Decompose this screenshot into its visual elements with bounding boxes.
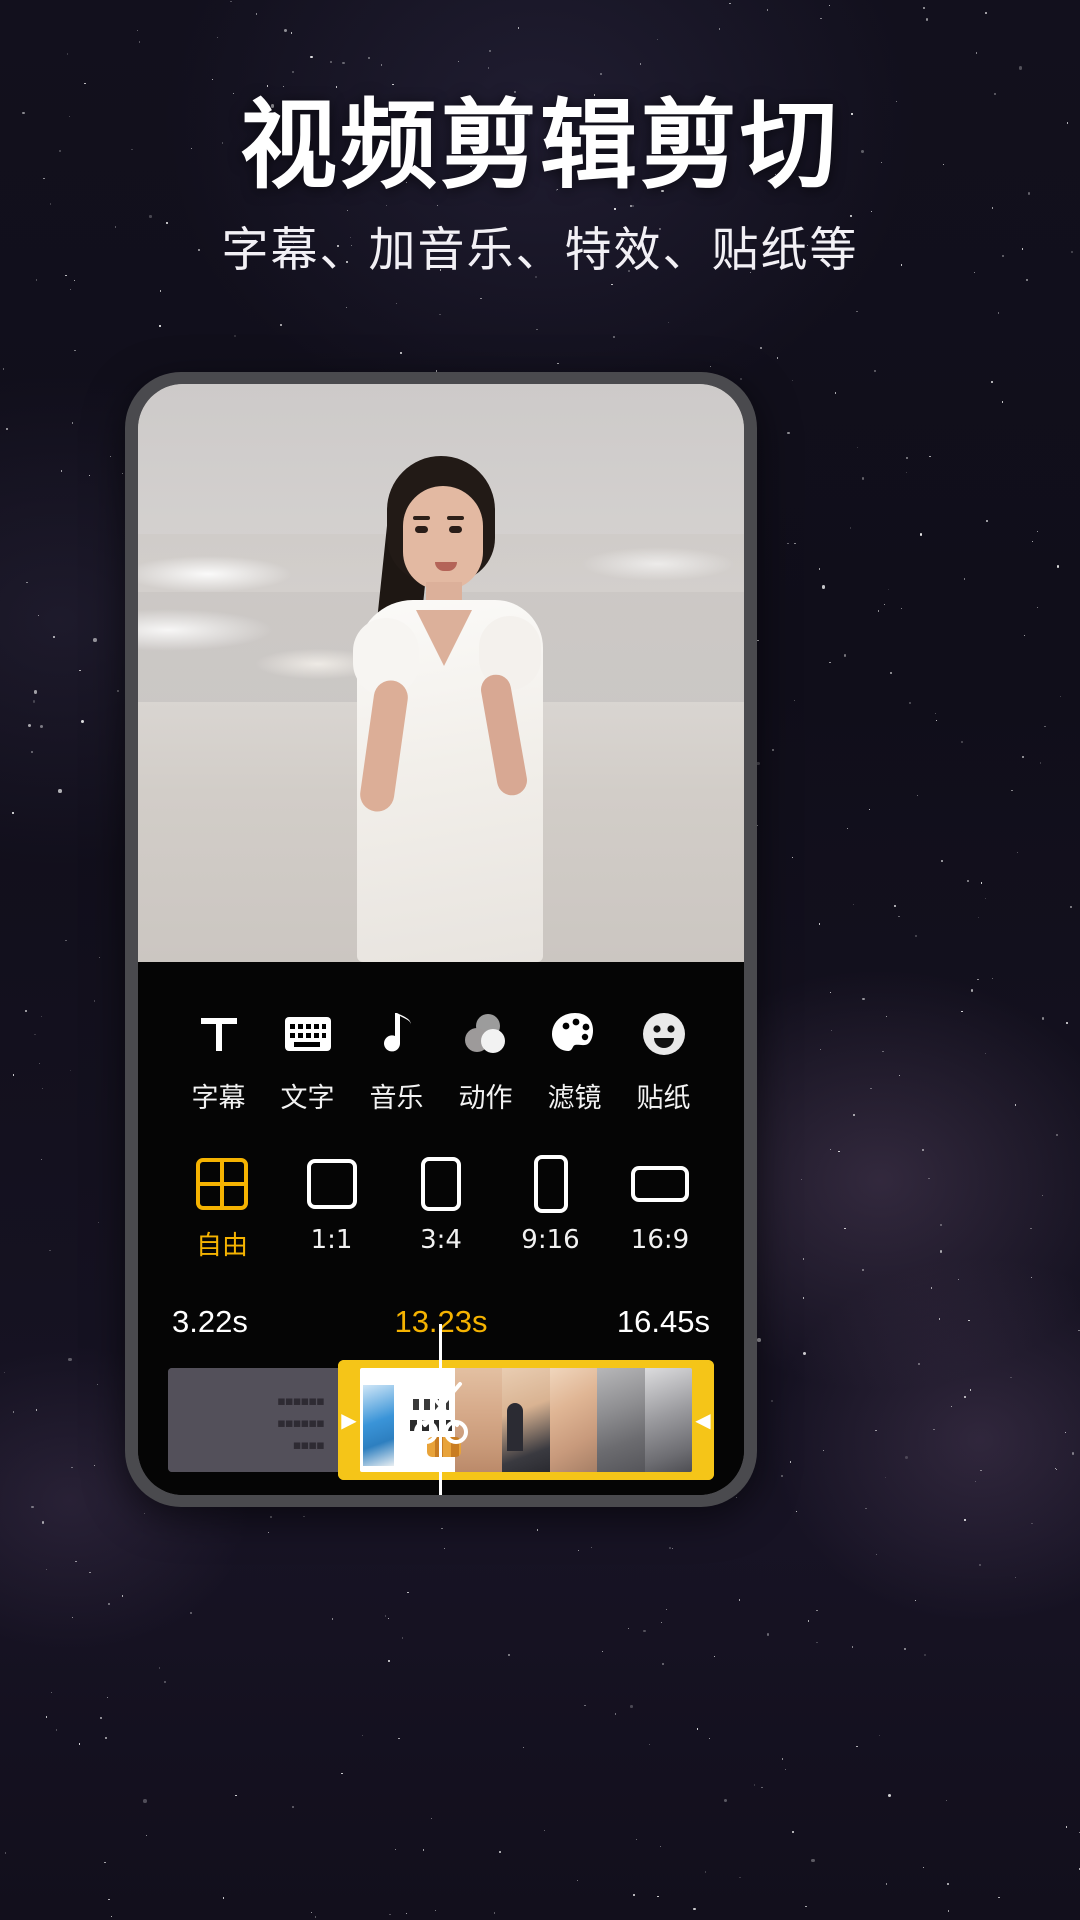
tool-motion[interactable]: 动作 [441,1006,530,1115]
keyboard-icon [263,1006,352,1062]
video-preview[interactable] [138,384,744,962]
phone-screen: 字幕 文字 音乐 动作 滤镜 贴纸 自由 1:1 3:4 9:16 16:9 3… [138,384,744,1495]
ratio-1-1[interactable]: 1:1 [288,1155,376,1262]
palette-icon [530,1006,619,1062]
editor-panel: 字幕 文字 音乐 动作 滤镜 贴纸 自由 1:1 3:4 9:16 16:9 3… [138,962,744,1495]
ratio-16-9[interactable]: 16:9 [616,1155,704,1262]
ratio-9-16[interactable]: 9:16 [507,1155,595,1262]
subtitle-t-icon [174,1006,263,1062]
overlapping-circles-icon [441,1006,530,1062]
page-title: 视频剪辑剪切 [240,89,840,202]
hero-section: 视频剪辑剪切 字幕、加音乐、特效、贴纸等 [0,89,1080,279]
smiley-face-icon [619,1006,708,1062]
landscape-icon [616,1155,704,1213]
music-note-icon [352,1006,441,1062]
tool-label: 贴纸 [636,1083,691,1114]
aspect-ratio-row: 自由 1:1 3:4 9:16 16:9 [138,1115,744,1262]
portrait-tall-icon [507,1155,595,1213]
ratio-label: 9:16 [521,1225,580,1255]
portrait-small-icon [397,1155,485,1213]
tool-label: 字幕 [191,1083,246,1114]
ratio-free[interactable]: 自由 [178,1155,266,1262]
tool-label: 音乐 [369,1083,424,1114]
tool-row: 字幕 文字 音乐 动作 滤镜 贴纸 [138,962,744,1115]
ratio-label: 16:9 [630,1225,690,1255]
tool-filter[interactable]: 滤镜 [530,1006,619,1115]
tool-subtitle[interactable]: 字幕 [174,1006,263,1115]
free-grid-icon [178,1155,266,1213]
tool-label: 动作 [458,1083,513,1114]
tool-text[interactable]: 文字 [263,1006,352,1115]
ratio-label: 3:4 [420,1225,462,1255]
ratio-3-4[interactable]: 3:4 [397,1155,485,1262]
tool-label: 文字 [280,1083,335,1114]
ratio-label: 自由 [195,1231,248,1261]
tool-music[interactable]: 音乐 [352,1006,441,1115]
preview-subject [291,442,591,962]
tool-label: 滤镜 [547,1083,602,1114]
timeline-playhead[interactable] [439,1324,442,1495]
ratio-label: 1:1 [310,1225,353,1255]
phone-mockup: 字幕 文字 音乐 动作 滤镜 贴纸 自由 1:1 3:4 9:16 16:9 3… [125,372,757,1507]
page-subtitle: 字幕、加音乐、特效、贴纸等 [221,222,859,278]
square-icon [288,1155,376,1213]
tool-sticker[interactable]: 贴纸 [619,1006,708,1115]
